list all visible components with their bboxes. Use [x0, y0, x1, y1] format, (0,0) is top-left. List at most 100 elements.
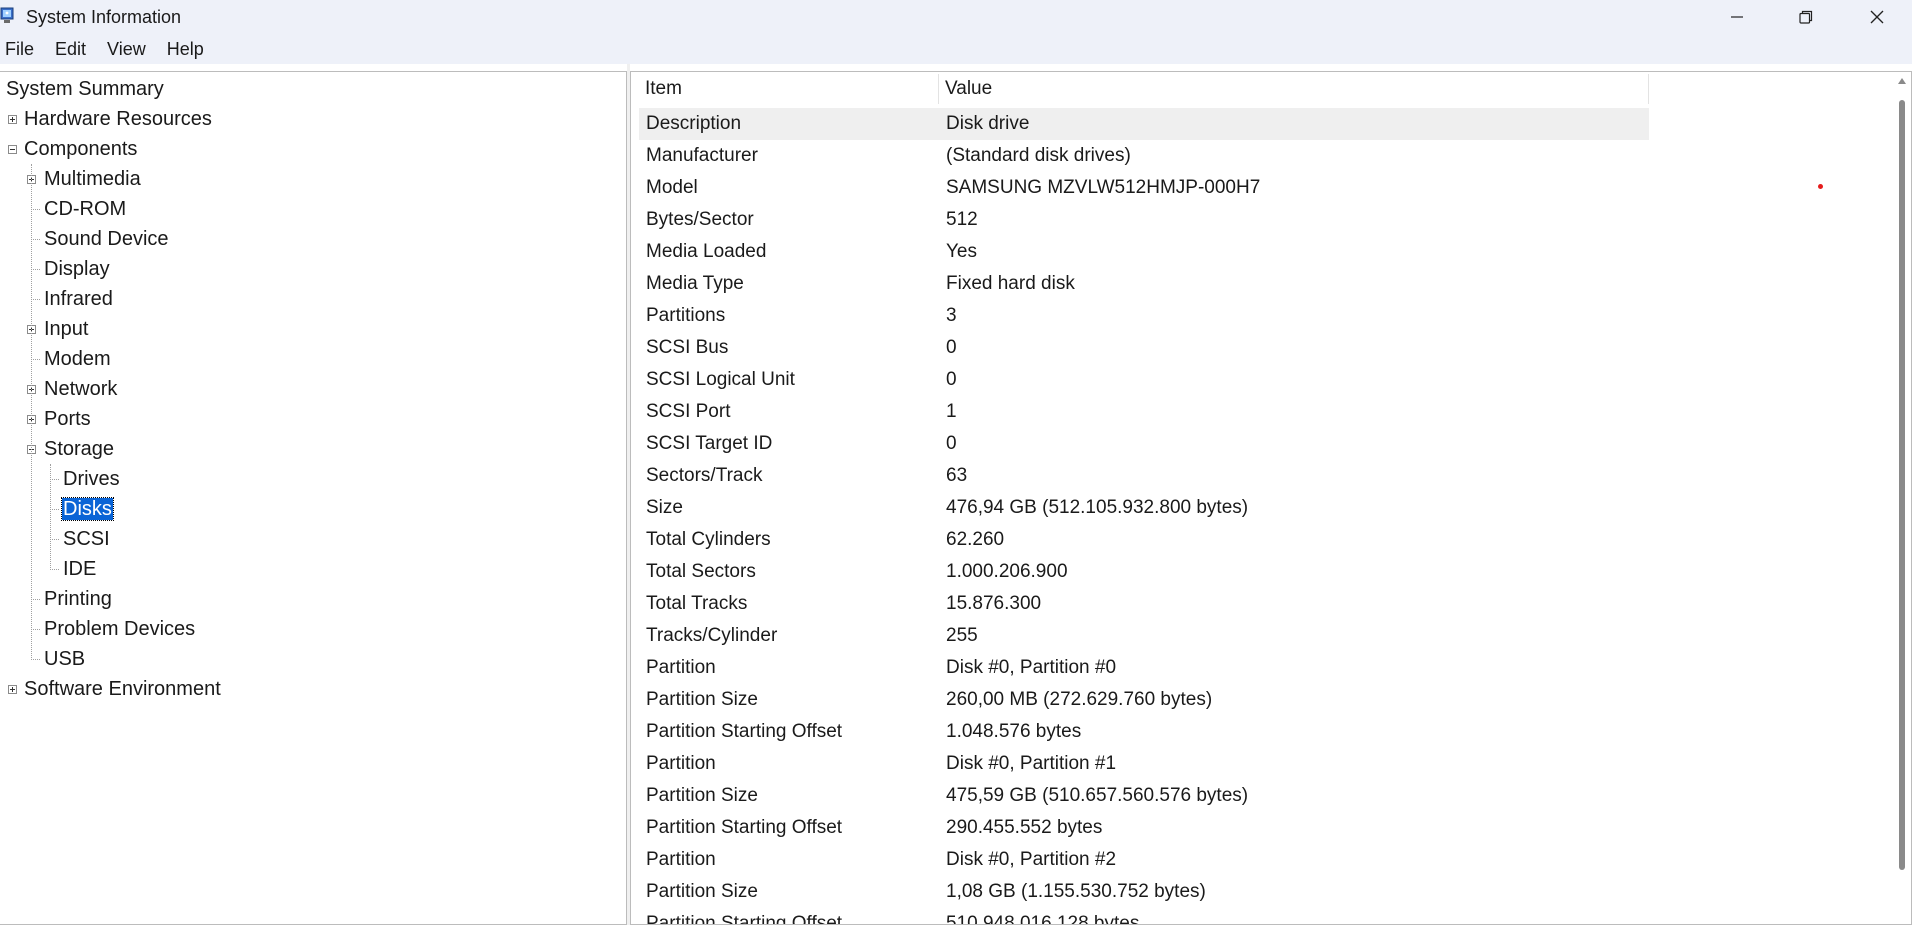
table-row[interactable]: Partition Disk #0, Partition #2: [639, 844, 1649, 876]
menu-edit[interactable]: Edit: [50, 39, 94, 60]
item-cell: Tracks/Cylinder: [646, 625, 778, 646]
tree-node-display[interactable]: Display: [43, 254, 111, 284]
table-row[interactable]: Media Type Fixed hard disk: [639, 268, 1649, 300]
value-cell: 63: [946, 465, 968, 486]
table-row[interactable]: Total Tracks 15.876.300: [639, 588, 1649, 620]
tree-node-system-summary[interactable]: System Summary: [5, 74, 165, 104]
table-row[interactable]: SCSI Bus 0: [639, 332, 1649, 364]
tree-connector-line: [50, 464, 51, 570]
tree-node-label: Software Environment: [24, 678, 221, 700]
tree-node-label: Printing: [44, 588, 112, 610]
table-row[interactable]: Partition Starting Offset 1.048.576 bytes: [639, 716, 1649, 748]
tree-node-software-environment[interactable]: Software Environment: [23, 674, 222, 704]
table-row[interactable]: Partition Size 475,59 GB (510.657.560.576…: [639, 780, 1649, 812]
tree-node-label: Sound Device: [44, 228, 169, 250]
table-row[interactable]: Manufacturer (Standard disk drives): [639, 140, 1649, 172]
tree-connector-line: [31, 239, 40, 240]
expand-icon[interactable]: [8, 115, 17, 124]
tree-node-scsi[interactable]: SCSI: [62, 524, 111, 554]
tree-node-cd-rom[interactable]: CD-ROM: [43, 194, 127, 224]
tree-node-drives[interactable]: Drives: [62, 464, 121, 494]
tree-node-hardware-resources[interactable]: Hardware Resources: [23, 104, 213, 134]
table-row[interactable]: Description Disk drive: [639, 108, 1649, 140]
item-cell: Model: [646, 177, 698, 198]
close-button[interactable]: [1842, 0, 1912, 34]
restore-button[interactable]: [1771, 0, 1841, 34]
item-cell: Total Cylinders: [646, 529, 771, 550]
tree-node-label: Disks: [61, 497, 114, 521]
table-row[interactable]: Partition Disk #0, Partition #0: [639, 652, 1649, 684]
tree-node-label: Modem: [44, 348, 111, 370]
column-header-item[interactable]: Item: [639, 74, 939, 104]
table-row[interactable]: Media Loaded Yes: [639, 236, 1649, 268]
value-cell: Disk drive: [946, 113, 1030, 134]
table-row[interactable]: Partition Disk #0, Partition #1: [639, 748, 1649, 780]
tree-node-input[interactable]: Input: [43, 314, 89, 344]
tree-node-label: Display: [44, 258, 110, 280]
table-row[interactable]: Partition Starting Offset 290.455.552 byt…: [639, 812, 1649, 844]
category-tree-pane[interactable]: System Summary Hardware Resources Componen…: [0, 71, 627, 925]
value-cell: Disk #0, Partition #0: [946, 657, 1117, 678]
table-row[interactable]: SCSI Logical Unit 0: [639, 364, 1649, 396]
column-header-value[interactable]: Value: [939, 74, 1649, 104]
system-information-app-icon: [0, 6, 16, 26]
tree-node-ports[interactable]: Ports: [43, 404, 92, 434]
table-row[interactable]: SCSI Target ID 0: [639, 428, 1649, 460]
table-row[interactable]: Partitions 3: [639, 300, 1649, 332]
value-cell: 510.948.016.128 bytes: [946, 913, 1140, 925]
scroll-up-arrow-icon[interactable]: [1898, 78, 1906, 84]
tree-connector-line: [31, 209, 40, 210]
tree-node-infrared[interactable]: Infrared: [43, 284, 114, 314]
details-pane[interactable]: Item Value Description Disk drive Manufact…: [630, 71, 1912, 925]
tree-node-ide[interactable]: IDE: [62, 554, 97, 584]
tree-node-modem[interactable]: Modem: [43, 344, 112, 374]
minimize-button[interactable]: [1702, 0, 1772, 34]
item-cell: Bytes/Sector: [646, 209, 754, 230]
vertical-scrollbar[interactable]: [1891, 72, 1911, 924]
table-row[interactable]: Partition Size 1,08 GB (1.155.530.752 byt…: [639, 876, 1649, 908]
table-row[interactable]: Model SAMSUNG MZVLW512HMJP-000H7: [639, 172, 1649, 204]
menu-bar: File Edit View Help: [0, 34, 1912, 64]
value-cell: 0: [946, 369, 957, 390]
tree-node-label: Network: [44, 378, 118, 400]
tree-node-problem-devices[interactable]: Problem Devices: [43, 614, 196, 644]
scroll-thumb[interactable]: [1899, 100, 1905, 870]
tree-connector-line: [31, 599, 40, 600]
tree-node-components[interactable]: Components: [23, 134, 138, 164]
table-row[interactable]: SCSI Port 1: [639, 396, 1649, 428]
tree-node-printing[interactable]: Printing: [43, 584, 113, 614]
table-row[interactable]: Total Cylinders 62.260: [639, 524, 1649, 556]
menu-help[interactable]: Help: [162, 39, 212, 60]
item-cell: Partition Size: [646, 689, 758, 710]
restore-icon: [1799, 10, 1813, 24]
menu-view[interactable]: View: [102, 39, 154, 60]
item-cell: Total Tracks: [646, 593, 748, 614]
table-row[interactable]: Bytes/Sector 512: [639, 204, 1649, 236]
expand-icon[interactable]: [8, 685, 17, 694]
menu-file[interactable]: File: [0, 39, 42, 60]
value-cell: 512: [946, 209, 978, 230]
tree-node-sound-device[interactable]: Sound Device: [43, 224, 170, 254]
item-cell: SCSI Port: [646, 401, 731, 422]
collapse-icon[interactable]: [8, 145, 17, 154]
tree-connector-line: [50, 539, 59, 540]
table-row[interactable]: Tracks/Cylinder 255: [639, 620, 1649, 652]
item-cell: SCSI Logical Unit: [646, 369, 795, 390]
table-row[interactable]: Partition Starting Offset 510.948.016.128…: [639, 908, 1649, 925]
tree-node-label: Drives: [63, 468, 120, 490]
table-row[interactable]: Sectors/Track 63: [639, 460, 1649, 492]
tree-node-storage[interactable]: Storage: [43, 434, 115, 464]
tree-node-network[interactable]: Network: [43, 374, 118, 404]
value-cell: 1: [946, 401, 957, 422]
tree-node-multimedia[interactable]: Multimedia: [43, 164, 142, 194]
item-cell: SCSI Bus: [646, 337, 729, 358]
tree-node-label: USB: [44, 648, 86, 670]
value-cell: 15.876.300: [946, 593, 1042, 614]
tree-node-disks[interactable]: Disks: [61, 494, 114, 524]
tree-connector-line: [50, 509, 59, 510]
table-row[interactable]: Size 476,94 GB (512.105.932.800 bytes): [639, 492, 1649, 524]
window-title: System Information: [26, 7, 182, 27]
table-row[interactable]: Total Sectors 1.000.206.900: [639, 556, 1649, 588]
table-row[interactable]: Partition Size 260,00 MB (272.629.760 byt…: [639, 684, 1649, 716]
tree-node-usb[interactable]: USB: [43, 644, 86, 674]
